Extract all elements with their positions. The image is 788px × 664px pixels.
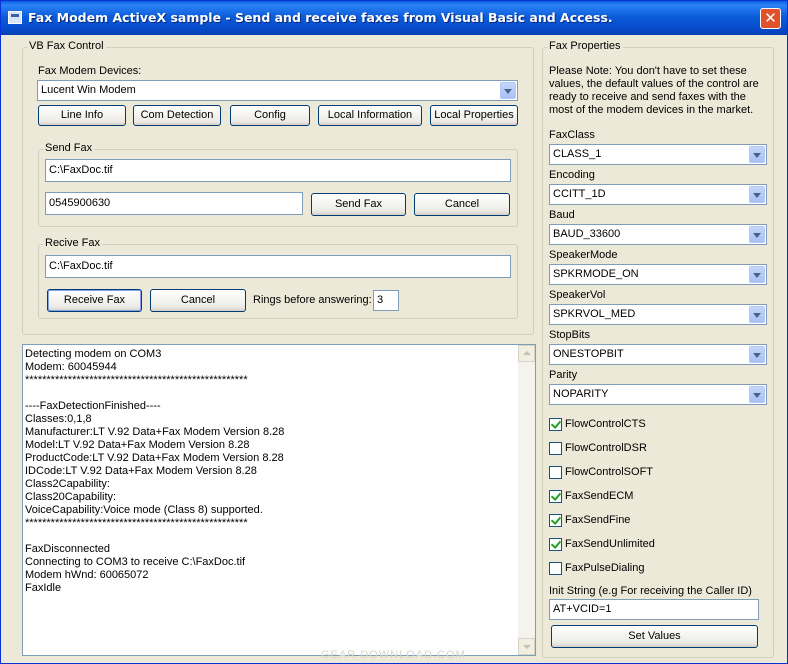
property-value: ONESTOPBIT xyxy=(553,348,624,360)
log-line: Modem: 60045944 xyxy=(25,361,117,373)
close-button[interactable]: ✕ xyxy=(760,8,781,29)
log-line: Modem hWnd: 60065072 xyxy=(25,569,149,581)
fax-modem-devices-label: Fax Modem Devices: xyxy=(38,65,142,77)
property-select[interactable]: NOPARITY xyxy=(549,384,767,405)
property-value: CLASS_1 xyxy=(553,148,602,160)
send-fax-button[interactable]: Send Fax xyxy=(311,193,406,216)
checkbox-unchecked-icon[interactable] xyxy=(549,562,562,575)
property-value: CCITT_1D xyxy=(553,188,606,200)
property-label: Baud xyxy=(549,209,575,221)
log-line: Classes:0,1,8 xyxy=(25,413,92,425)
log-scrollbar[interactable] xyxy=(518,345,535,655)
rings-before-answering-input[interactable]: 3 xyxy=(373,290,399,311)
send-fax-file-input[interactable]: C:\FaxDoc.tif xyxy=(45,159,511,182)
checkbox-unchecked-icon[interactable] xyxy=(549,466,562,479)
receive-fax-file-input[interactable]: C:\FaxDoc.tif xyxy=(45,255,511,278)
scroll-up-icon[interactable] xyxy=(518,345,535,362)
receive-fax-legend: Recive Fax xyxy=(43,237,103,249)
property-value: BAUD_33600 xyxy=(553,228,621,240)
log-line: ProductCode:LT V.92 Data+Fax Modem Versi… xyxy=(25,452,284,464)
property-value: SPKRVOL_MED xyxy=(553,308,636,320)
property-label: SpeakerVol xyxy=(549,289,606,301)
log-line: Connecting to COM3 to receive C:\FaxDoc.… xyxy=(25,556,246,568)
property-checkbox-label: FlowControlCTS xyxy=(565,418,646,430)
property-value: SPKRMODE_ON xyxy=(553,268,639,280)
chevron-down-icon[interactable] xyxy=(749,186,765,203)
log-line: ****************************************… xyxy=(25,517,248,529)
log-line: ----FaxDetectionFinished---- xyxy=(25,400,161,412)
chevron-down-icon[interactable] xyxy=(749,146,765,163)
checkbox-checked-icon[interactable] xyxy=(549,538,562,551)
log-line: Model:LT V.92 Data+Fax Modem Version 8.2… xyxy=(25,439,250,451)
property-checkbox-label: FlowControlDSR xyxy=(565,442,647,454)
log-line: FaxIdle xyxy=(25,582,62,594)
send-fax-number-input[interactable]: 0545900630 xyxy=(45,192,303,215)
set-values-button[interactable]: Set Values xyxy=(551,625,758,648)
title-bar[interactable]: Fax Modem ActiveX sample - Send and rece… xyxy=(1,1,787,35)
checkbox-unchecked-icon[interactable] xyxy=(549,442,562,455)
log-line: Class20Capability: xyxy=(25,491,117,503)
chevron-down-icon[interactable] xyxy=(749,266,765,283)
property-label: FaxClass xyxy=(549,129,595,141)
property-select[interactable]: ONESTOPBIT xyxy=(549,344,767,365)
com-detection-button[interactable]: Com Detection xyxy=(133,105,221,126)
property-select[interactable]: CCITT_1D xyxy=(549,184,767,205)
window-title: Fax Modem ActiveX sample - Send and rece… xyxy=(28,10,613,25)
main-window: Fax Modem ActiveX sample - Send and rece… xyxy=(0,0,788,664)
init-string-input[interactable]: AT+VCID=1 xyxy=(549,599,759,620)
log-output[interactable]: Detecting modem on COM3 Modem: 60045944 **… xyxy=(22,344,536,656)
property-label: Encoding xyxy=(549,169,595,181)
app-icon xyxy=(8,11,22,24)
line-info-button[interactable]: Line Info xyxy=(38,105,126,126)
property-select[interactable]: SPKRMODE_ON xyxy=(549,264,767,285)
send-fax-legend: Send Fax xyxy=(43,142,95,154)
chevron-down-icon[interactable] xyxy=(749,346,765,363)
receive-fax-button[interactable]: Receive Fax xyxy=(47,289,142,312)
log-line: FaxDisconnected xyxy=(25,543,110,555)
property-select[interactable]: CLASS_1 xyxy=(549,144,767,165)
config-button[interactable]: Config xyxy=(230,105,310,126)
property-checkbox-label: FaxSendECM xyxy=(565,490,634,502)
vb-fax-control-legend: VB Fax Control xyxy=(27,40,106,52)
checkbox-checked-icon[interactable] xyxy=(549,514,562,527)
property-label: SpeakerMode xyxy=(549,249,618,261)
close-icon: ✕ xyxy=(764,9,777,27)
log-line: Detecting modem on COM3 xyxy=(25,348,162,360)
fax-modem-device-value: Lucent Win Modem xyxy=(41,84,136,96)
property-checkbox-label: FaxSendUnlimited xyxy=(565,538,655,550)
property-select[interactable]: SPKRVOL_MED xyxy=(549,304,767,325)
checkbox-checked-icon[interactable] xyxy=(549,418,562,431)
fax-properties-legend: Fax Properties xyxy=(547,40,623,52)
log-line: IDCode:LT V.92 Data+Fax Modem Version 8.… xyxy=(25,465,257,477)
send-fax-cancel-button[interactable]: Cancel xyxy=(414,193,510,216)
chevron-down-icon[interactable] xyxy=(500,82,516,99)
log-line: Manufacturer:LT V.92 Data+Fax Modem Vers… xyxy=(25,426,285,438)
init-string-label: Init String (e.g For receiving the Calle… xyxy=(549,585,752,597)
log-line: VoiceCapability:Voice mode (Class 8) sup… xyxy=(25,504,263,516)
property-checkbox-label: FaxPulseDialing xyxy=(565,562,645,574)
log-text: Detecting modem on COM3 Modem: 60045944 **… xyxy=(25,348,284,595)
property-checkbox-label: FaxSendFine xyxy=(565,514,631,526)
property-label: Parity xyxy=(549,369,578,381)
local-information-button[interactable]: Local Information xyxy=(318,105,422,126)
log-line: Class2Capability: xyxy=(25,478,110,490)
property-label: StopBits xyxy=(549,329,590,341)
chevron-down-icon[interactable] xyxy=(749,306,765,323)
property-checkbox-label: FlowControlSOFT xyxy=(565,466,654,478)
local-properties-button[interactable]: Local Properties xyxy=(430,105,518,126)
receive-fax-cancel-button[interactable]: Cancel xyxy=(150,289,246,312)
chevron-down-icon[interactable] xyxy=(749,386,765,403)
watermark: GEAR DOWNLOAD.COM xyxy=(321,649,466,661)
chevron-down-icon[interactable] xyxy=(749,226,765,243)
log-line: ****************************************… xyxy=(25,374,248,386)
property-select[interactable]: BAUD_33600 xyxy=(549,224,767,245)
checkbox-checked-icon[interactable] xyxy=(549,490,562,503)
scroll-down-icon[interactable] xyxy=(518,638,535,655)
fax-modem-device-select[interactable]: Lucent Win Modem xyxy=(37,80,518,101)
property-value: NOPARITY xyxy=(553,388,609,400)
rings-before-answering-label: Rings before answering: xyxy=(253,294,372,306)
fax-properties-note: Please Note: You don't have to set these… xyxy=(549,65,759,116)
